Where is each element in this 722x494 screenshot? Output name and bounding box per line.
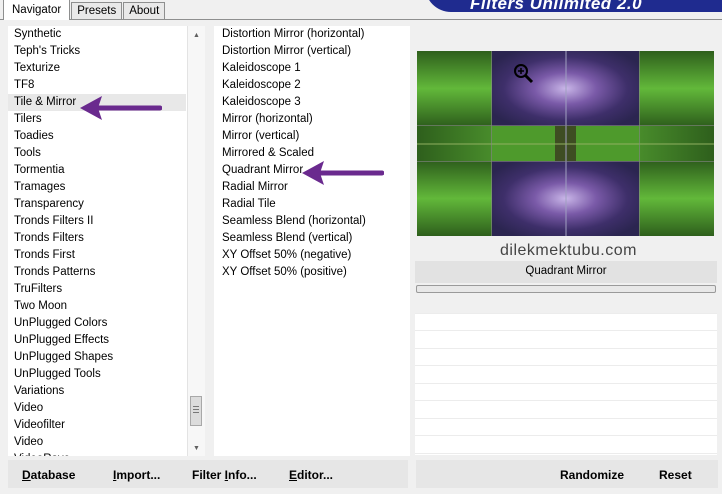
category-item[interactable]: Tronds First bbox=[8, 247, 186, 264]
scroll-down-icon[interactable]: ▼ bbox=[193, 445, 200, 452]
preview-image[interactable] bbox=[417, 51, 714, 236]
filter-item[interactable]: Mirror (horizontal) bbox=[216, 111, 410, 128]
arrow-pointer-icon bbox=[300, 159, 385, 190]
filter-item[interactable]: Mirror (vertical) bbox=[216, 128, 410, 145]
category-item[interactable]: Video bbox=[8, 400, 186, 417]
filter-item[interactable]: XY Offset 50% (negative) bbox=[216, 247, 410, 264]
tab-strip: Navigator Presets About bbox=[3, 0, 166, 20]
filter-item[interactable]: Kaleidoscope 1 bbox=[216, 60, 410, 77]
category-item[interactable]: TF8 bbox=[8, 77, 186, 94]
filter-item[interactable]: XY Offset 50% (positive) bbox=[216, 264, 410, 281]
tab-presets[interactable]: Presets bbox=[71, 2, 123, 20]
filter-item[interactable]: Seamless Blend (horizontal) bbox=[216, 213, 410, 230]
parameter-area bbox=[415, 296, 717, 455]
editor-button[interactable]: Editor... bbox=[289, 468, 333, 482]
filter-item[interactable]: Seamless Blend (vertical) bbox=[216, 230, 410, 247]
category-item[interactable]: Tronds Patterns bbox=[8, 264, 186, 281]
category-item[interactable]: Teph's Tricks bbox=[8, 43, 186, 60]
category-item[interactable]: Synthetic bbox=[8, 26, 186, 43]
tab-divider bbox=[0, 19, 722, 20]
randomize-button[interactable]: Randomize bbox=[560, 468, 624, 482]
database-button[interactable]: Database bbox=[22, 468, 75, 482]
filter-info-button[interactable]: Filter Info... bbox=[192, 468, 257, 482]
category-item[interactable]: TruFilters bbox=[8, 281, 186, 298]
scroll-thumb[interactable] bbox=[190, 396, 202, 426]
category-item[interactable]: Tramages bbox=[8, 179, 186, 196]
category-item[interactable]: Texturize bbox=[8, 60, 186, 77]
filter-item[interactable]: Kaleidoscope 3 bbox=[216, 94, 410, 111]
category-list[interactable]: Synthetic Teph's Tricks Texturize TF8 Tile &… bbox=[8, 26, 186, 456]
preview-kaleidoscope bbox=[417, 51, 714, 236]
category-item[interactable]: UnPlugged Colors bbox=[8, 315, 186, 332]
tab-navigator[interactable]: Navigator bbox=[3, 0, 71, 20]
category-item[interactable]: Toadies bbox=[8, 128, 186, 145]
parameter-slider[interactable] bbox=[416, 285, 716, 293]
watermark-text: dilekmektubu.com bbox=[500, 242, 637, 259]
filter-item[interactable]: Radial Tile bbox=[216, 196, 410, 213]
filter-list[interactable]: Distortion Mirror (horizontal) Distortion… bbox=[216, 26, 410, 456]
filter-item[interactable]: Distortion Mirror (horizontal) bbox=[216, 26, 410, 43]
category-item[interactable]: Tormentia bbox=[8, 162, 186, 179]
category-item[interactable]: Tronds Filters II bbox=[8, 213, 186, 230]
category-item[interactable]: UnPlugged Tools bbox=[8, 366, 186, 383]
arrow-pointer-icon bbox=[78, 94, 163, 125]
category-item[interactable]: Tools bbox=[8, 145, 186, 162]
zoom-icon[interactable] bbox=[513, 63, 535, 88]
filters-unlimited-window: Filters Unlimited 2.0 Navigator Presets … bbox=[0, 0, 722, 494]
tab-about[interactable]: About bbox=[123, 2, 166, 20]
category-item[interactable]: UnPlugged Effects bbox=[8, 332, 186, 349]
category-item[interactable]: Transparency bbox=[8, 196, 186, 213]
filter-item[interactable]: Kaleidoscope 2 bbox=[216, 77, 410, 94]
selected-filter-name: Quadrant Mirror bbox=[415, 261, 717, 283]
category-item[interactable]: Videofilter bbox=[8, 417, 186, 434]
category-item[interactable]: Two Moon bbox=[8, 298, 186, 315]
banner-title: Filters Unlimited 2.0 bbox=[470, 0, 643, 13]
reset-button[interactable]: Reset bbox=[659, 468, 692, 482]
filter-item[interactable]: Distortion Mirror (vertical) bbox=[216, 43, 410, 60]
category-item[interactable]: VideoRave bbox=[8, 451, 186, 456]
category-item[interactable]: Video bbox=[8, 434, 186, 451]
category-item[interactable]: Variations bbox=[8, 383, 186, 400]
category-scrollbar[interactable]: ▲ ▼ bbox=[187, 26, 205, 456]
category-item[interactable]: Tronds Filters bbox=[8, 230, 186, 247]
scroll-up-icon[interactable]: ▲ bbox=[193, 32, 200, 39]
import-button[interactable]: Import... bbox=[113, 468, 160, 482]
category-item[interactable]: UnPlugged Shapes bbox=[8, 349, 186, 366]
